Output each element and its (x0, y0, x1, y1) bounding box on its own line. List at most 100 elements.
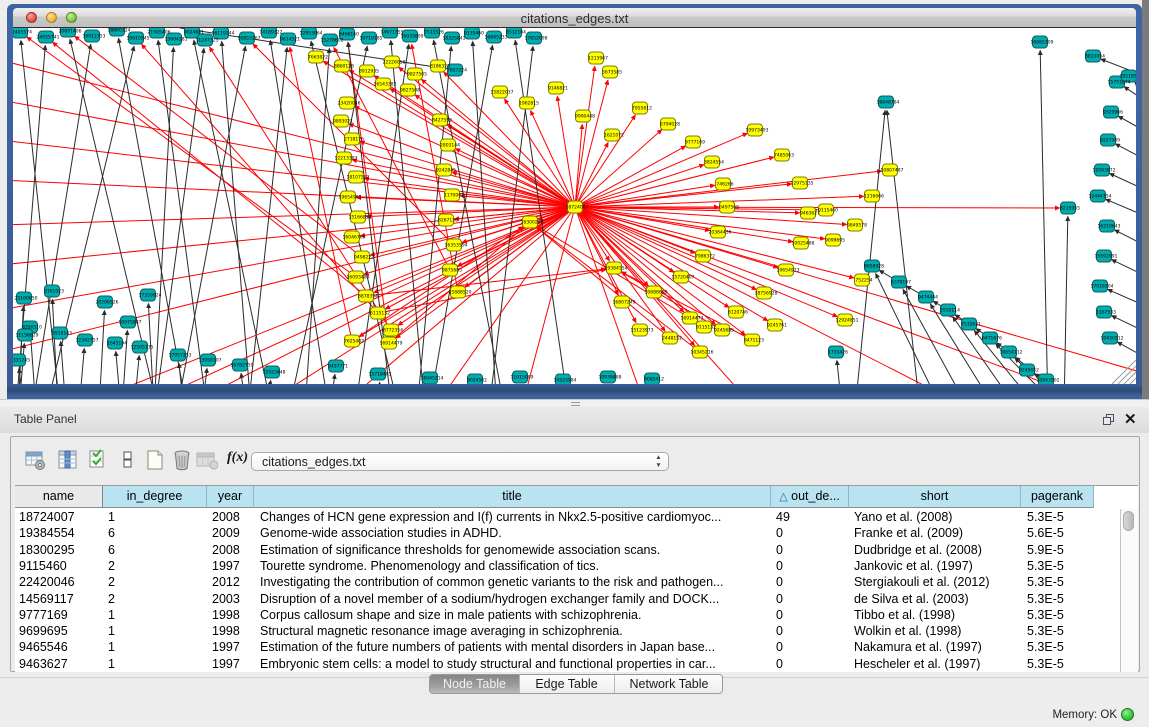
graph-node-label: 6120746 (728, 310, 748, 316)
split-pane-divider[interactable] (0, 399, 1149, 407)
table-cell: 9463627 (19, 656, 101, 672)
graph-node-label: 2405574 (13, 30, 32, 36)
graph-node-label: 9245685 (714, 328, 734, 334)
delete-rows-trash-button[interactable] (171, 449, 193, 471)
graph-node-label: 9146821 (548, 86, 568, 92)
table-cell: Estimation of significance thresholds fo… (260, 542, 769, 558)
column-header-pagerank[interactable]: pagerank (1021, 486, 1094, 508)
network-table-selector[interactable]: citations_edges.txt ▲▼ (251, 452, 669, 471)
graph-node-label: 16543382 (374, 82, 397, 88)
table-cell: 2 (108, 591, 205, 607)
graph-node-label: 16093489 (347, 275, 370, 281)
graph-node-label: 8912935 (359, 69, 379, 75)
table-cell: de Silva et al. (2003) (854, 591, 1019, 607)
network-view-canvas[interactable]: 1872400718300295193845547663822886012889… (13, 28, 1136, 384)
graph-node-label: 9245761 (767, 323, 787, 329)
tab-edge-table[interactable]: Edge Table (519, 675, 614, 694)
table-cell: 0 (776, 623, 847, 639)
table-row[interactable]: 1456911722003Disruption of a novel membe… (15, 591, 1120, 607)
graph-node-label: 1645194 (107, 341, 127, 347)
graph-node-label: 16914473 (681, 316, 704, 322)
table-row[interactable]: 2242004622012Investigating the contribut… (15, 574, 1120, 590)
network-window: citations_edges.txt 18724007183002951938… (7, 4, 1142, 399)
graph-node-label: 11156829 (16, 333, 39, 339)
graph-node-label: 1621072 (604, 133, 624, 139)
splitter-grip-icon (571, 402, 580, 406)
graph-node-label: 16210643 (1098, 224, 1121, 230)
graph-node-label: 9227349 (1100, 138, 1120, 144)
graph-node-label: 9331245 (13, 358, 30, 364)
table-cell: Tibbo et al. (1998) (854, 607, 1019, 623)
graph-node-label: 18860124 (108, 28, 131, 34)
graph-node-label: 6466160 (339, 32, 359, 38)
new-table-button[interactable] (144, 449, 166, 471)
table-cell: 0 (776, 525, 847, 541)
column-header-title[interactable]: title (254, 486, 771, 508)
graph-node-label: 19218506 (1120, 74, 1136, 80)
graph-node-label: 9614521 (280, 37, 300, 43)
table-mode-tabs: Node TableEdge TableNetwork Table (429, 674, 723, 694)
function-builder-button[interactable]: f(x) (227, 450, 248, 466)
graph-node-label: 9024681 (184, 30, 204, 36)
graph-node-label: 15751074 (1108, 80, 1131, 86)
table-cell: 5.3E-5 (1027, 656, 1092, 672)
graph-node-label: 19384554 (605, 266, 628, 272)
graph-node-label: 16012353 (83, 34, 106, 40)
column-header-name[interactable]: name (15, 486, 103, 508)
graph-node-label: 20691406 (59, 29, 82, 35)
graph-node-label: 12093872 (1093, 168, 1116, 174)
column-header-out_de[interactable]: △ out_de... (771, 486, 849, 508)
close-panel-icon[interactable]: ✕ (1124, 410, 1137, 428)
graph-node-label: 7857224 (447, 68, 467, 74)
graph-node-label: 15278602 (321, 38, 344, 44)
table-cell: 5.3E-5 (1027, 574, 1092, 590)
graph-node-label: 9990448 (575, 114, 595, 120)
graph-node-label: 8471676 (982, 336, 1002, 342)
table-cell: Yano et al. (2008) (854, 509, 1019, 525)
graph-node-label: 12342757 (76, 338, 99, 344)
select-all-rows-button[interactable] (87, 449, 109, 471)
graph-node-label: 19654985 (339, 195, 362, 201)
tab-network-table[interactable]: Network Table (614, 675, 723, 694)
graph-node-label: 25160650 (15, 296, 38, 302)
table-row[interactable]: 977716911998Corpus callosum shape and si… (15, 607, 1120, 623)
table-cell: Genome-wide association studies in ADHD. (260, 525, 769, 541)
table-row[interactable]: 1830029562008Estimation of significance … (15, 542, 1120, 558)
graph-node-label: 20206526 (96, 300, 119, 306)
table-cell: Corpus callosum shape and size in male p… (260, 607, 769, 623)
select-columns-button[interactable] (57, 449, 79, 471)
table-row[interactable]: 1938455462009Genome-wide association stu… (15, 525, 1120, 541)
graph-node-label: 22226058 (383, 60, 406, 66)
table-cell: 9777169 (19, 607, 101, 623)
graph-node-label: 9827505 (407, 72, 427, 78)
memory-status-indicator (1121, 708, 1134, 721)
table-row[interactable]: 1872400712008Changes of HCN gene express… (15, 509, 1120, 525)
graph-node-label: 15692991 (1095, 254, 1118, 260)
graph-node-label: 12953064 (300, 31, 323, 37)
graph-node-label: 10719185 (360, 36, 383, 42)
table-row[interactable]: 946362711997Embryonic stem cells: a mode… (15, 656, 1120, 672)
graph-node-label: 16782759 (231, 363, 254, 369)
table-row[interactable]: 969969511998Structural magnetic resonanc… (15, 623, 1120, 639)
graph-nodes[interactable]: 1872400718300295193845547663822886012889… (13, 28, 1136, 384)
table-settings-button[interactable] (25, 449, 47, 471)
column-chooser-button[interactable] (117, 449, 139, 471)
scrollbar-thumb[interactable] (1123, 511, 1134, 531)
table-vertical-scrollbar[interactable] (1120, 509, 1138, 672)
table-cell: 9699695 (19, 623, 101, 639)
tab-node-table[interactable]: Node Table (430, 675, 519, 694)
delete-table-button-disabled[interactable] (196, 449, 218, 471)
graph-node-label: 8350510 (22, 325, 42, 331)
graph-node-label: 8267130 (438, 218, 458, 224)
float-panel-icon[interactable] (1103, 414, 1115, 426)
node-table: namein_degreeyeartitle△ out_de...shortpa… (15, 485, 1138, 672)
table-row[interactable]: 911546021997Tourette syndrome. Phenomeno… (15, 558, 1120, 574)
window-titlebar[interactable]: citations_edges.txt (13, 8, 1136, 28)
graph-node-label: 10436512 (1101, 336, 1124, 342)
column-header-in_degree[interactable]: in_degree (103, 486, 207, 508)
table-row[interactable]: 946554611997Estimation of the future num… (15, 639, 1120, 655)
table-cell: 0 (776, 656, 847, 672)
table-cell: 6 (108, 542, 205, 558)
column-header-short[interactable]: short (849, 486, 1021, 508)
column-header-year[interactable]: year (207, 486, 254, 508)
